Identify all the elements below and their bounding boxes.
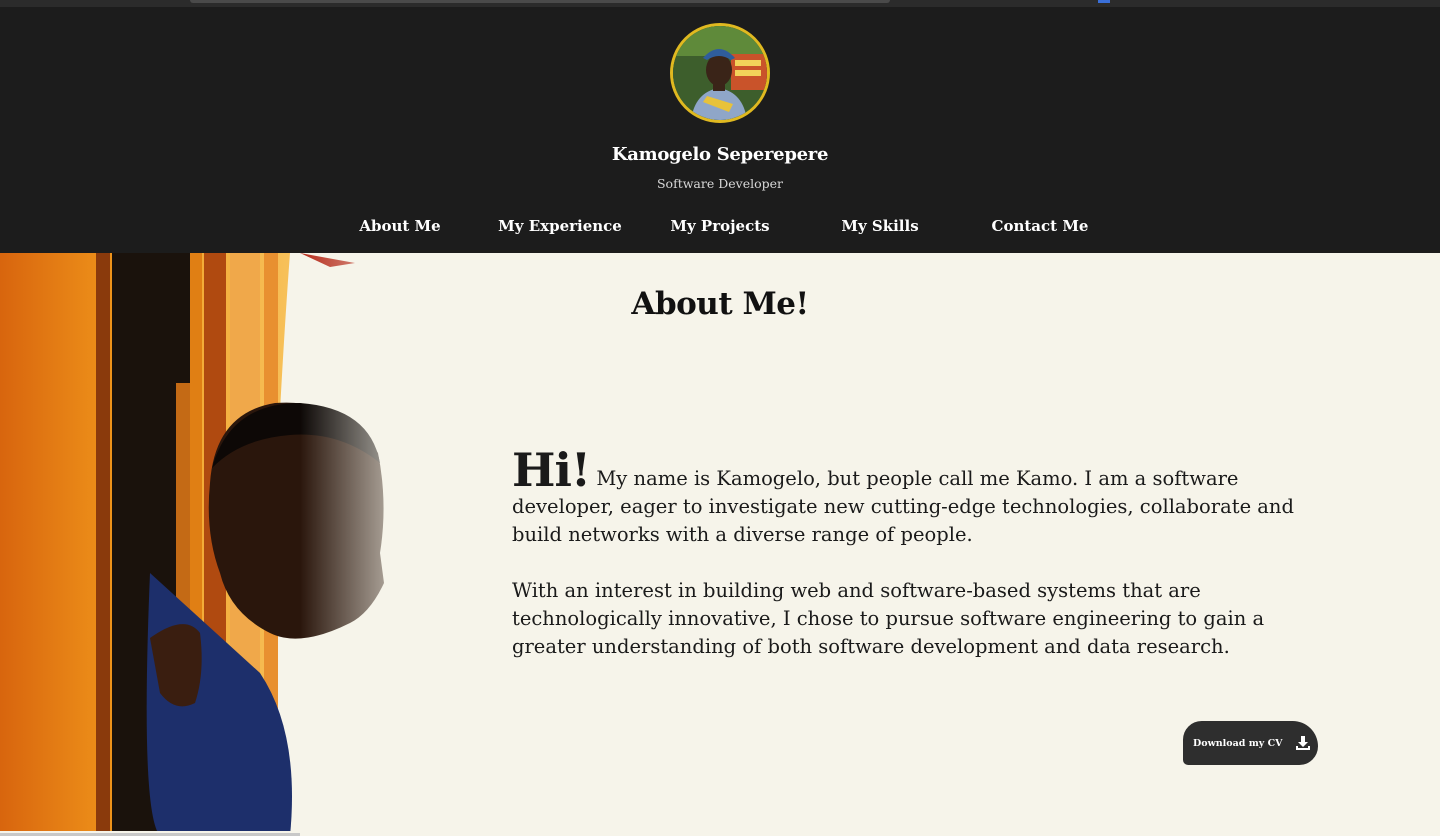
avatar-photo xyxy=(673,26,767,120)
nav-my-projects[interactable]: My Projects xyxy=(640,217,800,235)
about-photo xyxy=(0,253,440,836)
about-paragraph-1: Hi! My name is Kamogelo, but people call… xyxy=(512,447,1302,549)
nav-about-me[interactable]: About Me xyxy=(320,217,480,235)
profile-name: Kamogelo Seperepere xyxy=(611,144,829,165)
browser-indicator xyxy=(1098,0,1110,3)
about-paragraph-1-text: My name is Kamogelo, but people call me … xyxy=(512,467,1294,546)
avatar xyxy=(670,23,770,123)
hi-greeting: Hi! xyxy=(512,443,591,497)
download-cv-label: Download my CV xyxy=(1193,737,1283,749)
download-cv-button[interactable]: Download my CV xyxy=(1183,721,1318,765)
nav-contact-me[interactable]: Contact Me xyxy=(960,217,1120,235)
about-paragraph-2: With an interest in building web and sof… xyxy=(512,579,1265,658)
about-heading: About Me! xyxy=(631,286,809,322)
browser-top-strip xyxy=(0,0,1440,7)
profile-role: Software Developer xyxy=(656,176,783,191)
nav-my-experience[interactable]: My Experience xyxy=(480,217,640,235)
browser-scrollbar[interactable] xyxy=(190,0,890,3)
about-intro: Hi! My name is Kamogelo, but people call… xyxy=(512,447,1302,689)
main-nav: About Me My Experience My Projects My Sk… xyxy=(320,217,1120,239)
site-header: Kamogelo Seperepere Software Developer A… xyxy=(0,7,1440,253)
download-icon xyxy=(1295,736,1310,750)
profile-illustration xyxy=(0,253,440,836)
nav-my-skills[interactable]: My Skills xyxy=(800,217,960,235)
